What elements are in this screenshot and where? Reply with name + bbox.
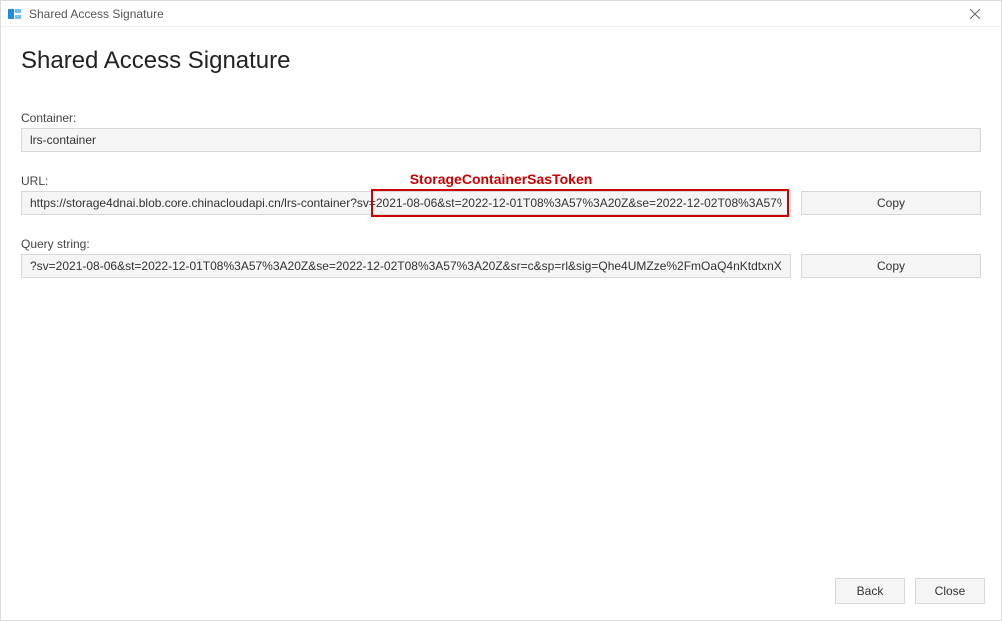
page-title: Shared Access Signature xyxy=(21,47,981,75)
container-label: Container: xyxy=(21,111,981,125)
query-input[interactable] xyxy=(21,254,791,278)
annotation-label: StorageContainerSasToken xyxy=(410,171,593,187)
container-field-group: Container: xyxy=(21,111,981,152)
copy-url-button[interactable]: Copy xyxy=(801,191,981,215)
close-button[interactable]: Close xyxy=(915,578,985,604)
back-button[interactable]: Back xyxy=(835,578,905,604)
query-label: Query string: xyxy=(21,237,981,251)
window-title: Shared Access Signature xyxy=(29,7,955,21)
url-field-group: URL: StorageContainerSasToken Copy xyxy=(21,174,981,215)
url-row: StorageContainerSasToken Copy xyxy=(21,191,981,215)
app-icon xyxy=(7,6,23,22)
content-area: Shared Access Signature Container: URL: … xyxy=(1,27,1001,278)
container-input[interactable] xyxy=(21,128,981,152)
query-field-group: Query string: Copy xyxy=(21,237,981,278)
titlebar: Shared Access Signature xyxy=(1,1,1001,27)
footer: Back Close xyxy=(835,578,985,604)
copy-query-button[interactable]: Copy xyxy=(801,254,981,278)
query-row: Copy xyxy=(21,254,981,278)
close-icon[interactable] xyxy=(955,1,995,27)
url-input[interactable] xyxy=(21,191,791,215)
